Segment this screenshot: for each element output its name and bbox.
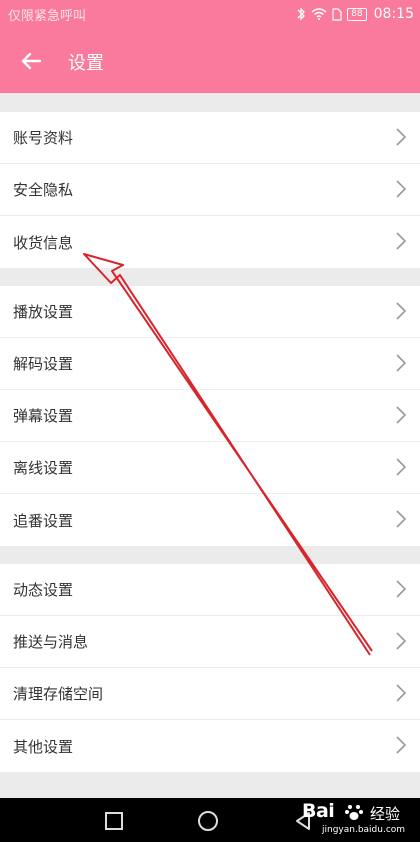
settings-item-push-messages[interactable]: 推送与消息 — [0, 616, 420, 668]
chevron-right-icon — [396, 684, 406, 702]
status-icons: 88 08:15 — [296, 4, 414, 24]
chevron-right-icon — [396, 580, 406, 598]
settings-item-label: 追番设置 — [13, 511, 74, 530]
back-button[interactable] — [14, 46, 48, 76]
settings-item-label: 弹幕设置 — [13, 407, 74, 425]
settings-item-playback[interactable]: 播放设置 — [0, 286, 420, 338]
nav-back-icon[interactable] — [292, 810, 314, 832]
chevron-right-icon — [396, 302, 406, 320]
page-title: 设置 — [68, 53, 104, 74]
settings-item-security-privacy[interactable]: 安全隐私 — [0, 164, 420, 216]
back-arrow-icon — [21, 52, 41, 70]
app-header: 仅限紧急呼叫 88 08:15 设置 — [0, 0, 420, 93]
bluetooth-icon — [297, 7, 306, 21]
settings-item-label: 其他设置 — [13, 737, 74, 756]
wifi-icon — [311, 8, 327, 20]
clock-text: 08:15 — [373, 6, 414, 22]
chevron-right-icon — [396, 128, 406, 146]
settings-item-label: 清理存储空间 — [13, 685, 104, 703]
settings-item-label: 收货信息 — [13, 233, 74, 252]
settings-group-playback: 播放设置 解码设置 弹幕设置 离线设置 追番设置 — [0, 286, 420, 546]
system-nav-bar — [0, 798, 420, 842]
settings-item-label: 账号资料 — [13, 129, 74, 147]
settings-item-label: 安全隐私 — [13, 181, 74, 199]
recent-apps-button[interactable] — [105, 812, 123, 830]
battery-icon: 88 — [347, 7, 367, 21]
settings-item-danmaku[interactable]: 弹幕设置 — [0, 390, 420, 442]
settings-item-account-profile[interactable]: 账号资料 — [0, 112, 420, 164]
home-button[interactable] — [198, 811, 218, 831]
settings-item-follow-anime[interactable]: 追番设置 — [0, 494, 420, 546]
chevron-right-icon — [396, 510, 406, 528]
settings-item-decoding[interactable]: 解码设置 — [0, 338, 420, 390]
status-bar: 仅限紧急呼叫 88 08:15 — [0, 0, 420, 28]
chevron-right-icon — [396, 180, 406, 198]
settings-item-label: 播放设置 — [13, 303, 74, 321]
settings-item-label: 推送与消息 — [13, 633, 89, 651]
chevron-right-icon — [396, 354, 406, 372]
chevron-right-icon — [396, 232, 406, 250]
settings-item-other[interactable]: 其他设置 — [0, 720, 420, 772]
chevron-right-icon — [396, 406, 406, 424]
settings-group-other: 动态设置 推送与消息 清理存储空间 其他设置 — [0, 564, 420, 772]
settings-item-offline[interactable]: 离线设置 — [0, 442, 420, 494]
chevron-right-icon — [396, 736, 406, 754]
settings-item-label: 解码设置 — [13, 355, 74, 373]
settings-item-shipping-info[interactable]: 收货信息 — [0, 216, 420, 268]
settings-group-account: 账号资料 安全隐私 收货信息 — [0, 112, 420, 268]
settings-item-clear-storage[interactable]: 清理存储空间 — [0, 668, 420, 720]
settings-item-feed[interactable]: 动态设置 — [0, 564, 420, 616]
settings-item-label: 离线设置 — [13, 459, 74, 477]
settings-item-label: 动态设置 — [13, 581, 74, 599]
chevron-right-icon — [396, 632, 406, 650]
chevron-right-icon — [396, 458, 406, 476]
carrier-text: 仅限紧急呼叫 — [8, 9, 87, 24]
sim-icon — [332, 7, 342, 21]
